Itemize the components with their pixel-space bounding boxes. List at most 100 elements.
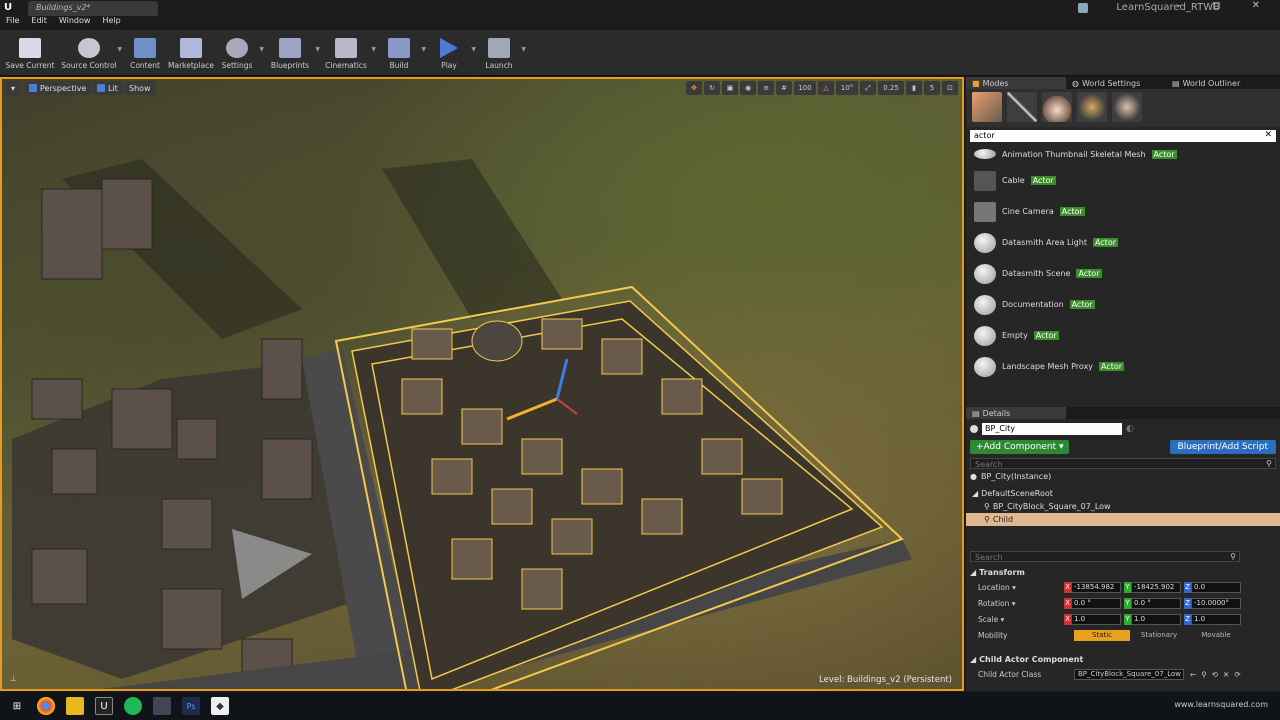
- viewport-options-icon[interactable]: ▾: [6, 81, 20, 95]
- photoshop-icon[interactable]: Ps: [182, 697, 200, 715]
- blueprints-button[interactable]: Blueprints ▼: [262, 30, 320, 76]
- lit-button[interactable]: Lit: [92, 81, 123, 95]
- lock-icon[interactable]: ◐: [1126, 424, 1134, 434]
- list-item[interactable]: Landscape Mesh Proxy Actor: [966, 351, 1280, 382]
- mobility-static-button[interactable]: Static: [1074, 629, 1130, 641]
- document-tab[interactable]: Buildings_v2*: [28, 1, 158, 16]
- unreal-taskbar-icon[interactable]: U: [95, 697, 113, 715]
- x-axis-icon: X: [1064, 597, 1071, 609]
- rotation-label[interactable]: Rotation ▾: [966, 599, 1064, 608]
- level-viewport[interactable]: ▾ Perspective Lit Show ✥ ↻ ▣ ◉ ≡ # 100 △…: [0, 77, 964, 691]
- expand-arrow-icon[interactable]: ◢: [970, 568, 976, 577]
- translate-mode-icon[interactable]: ✥: [686, 81, 702, 95]
- place-mode-icon[interactable]: [972, 92, 1002, 122]
- search-icon: ⚲: [1266, 459, 1272, 468]
- window-controls[interactable]: – ◻ ✕: [1176, 0, 1274, 11]
- child-actor-class-dropdown[interactable]: BP_CityBlock_Square_07_Low ▾: [1074, 668, 1184, 680]
- asset-actions-icons[interactable]: ←⚲⟲✕⟳: [1190, 670, 1246, 679]
- tab-modes[interactable]: ■ Modes: [966, 77, 1066, 89]
- marketplace-button[interactable]: Marketplace: [168, 30, 214, 76]
- chevron-down-icon[interactable]: ▼: [521, 46, 526, 53]
- spotify-icon[interactable]: [124, 697, 142, 715]
- list-item[interactable]: Cable Actor: [966, 165, 1280, 196]
- tree-item-selected[interactable]: ⚲ Child: [966, 513, 1280, 526]
- perspective-button[interactable]: Perspective: [24, 81, 92, 95]
- play-button[interactable]: Play ▼: [424, 30, 476, 76]
- landscape-mode-icon[interactable]: [1042, 92, 1072, 122]
- source-control-button[interactable]: Source Control ▼: [58, 30, 122, 76]
- menu-help[interactable]: Help: [102, 16, 120, 30]
- scale-snap-icon[interactable]: ⤢: [860, 81, 876, 95]
- tab-world-settings[interactable]: ◍ World Settings: [1066, 77, 1166, 89]
- unreal-logo-icon[interactable]: U: [4, 2, 16, 14]
- camera-speed-value[interactable]: 5: [924, 81, 940, 95]
- add-component-button[interactable]: +Add Component ▾: [970, 440, 1070, 454]
- list-item[interactable]: Cine Camera Actor: [966, 196, 1280, 227]
- instance-row[interactable]: ● BP_City(Instance): [966, 470, 1280, 483]
- scale-x-field[interactable]: 1.0: [1071, 613, 1121, 625]
- content-button[interactable]: Content: [120, 30, 170, 76]
- scale-label[interactable]: Scale ▾: [966, 615, 1064, 624]
- component-search-input[interactable]: Search ⚲: [970, 458, 1276, 469]
- scale-snap-value[interactable]: 0.25: [878, 81, 904, 95]
- chrome-icon[interactable]: [37, 697, 55, 715]
- tree-item[interactable]: ⚲ BP_CityBlock_Square_07_Low: [966, 500, 1280, 513]
- location-y-field[interactable]: -18425.902: [1131, 581, 1181, 593]
- place-search-input[interactable]: actor ✕: [970, 130, 1276, 142]
- expand-arrow-icon[interactable]: ◢: [972, 489, 978, 498]
- location-x-field[interactable]: -13854.982: [1071, 581, 1121, 593]
- rotation-snap-icon[interactable]: △: [818, 81, 834, 95]
- scale-y-field[interactable]: 1.0: [1131, 613, 1181, 625]
- actor-name-input[interactable]: BP_City: [982, 423, 1122, 435]
- list-item[interactable]: Empty Actor: [966, 320, 1280, 351]
- tab-details[interactable]: ▤ Details: [966, 407, 1066, 419]
- rotation-snap-value[interactable]: 10°: [836, 81, 858, 95]
- blueprint-add-script-button[interactable]: Blueprint/Add Script: [1169, 440, 1276, 454]
- launch-button[interactable]: Launch ▼: [474, 30, 526, 76]
- world-space-icon[interactable]: ◉: [740, 81, 756, 95]
- save-current-button[interactable]: Save Current: [2, 30, 58, 76]
- grid-size-value[interactable]: 100: [794, 81, 816, 95]
- menu-file[interactable]: File: [6, 16, 19, 30]
- rotation-x-field[interactable]: 0.0 °: [1071, 597, 1121, 609]
- surface-snap-icon[interactable]: ≡: [758, 81, 774, 95]
- windows-start-icon[interactable]: ⊞: [8, 697, 26, 715]
- rotation-y-field[interactable]: 0.0 °: [1131, 597, 1181, 609]
- scale-mode-icon[interactable]: ▣: [722, 81, 738, 95]
- show-button[interactable]: Show: [124, 81, 156, 95]
- mobility-movable-button[interactable]: Movable: [1188, 630, 1244, 641]
- camera-speed-icon[interactable]: ▮: [906, 81, 922, 95]
- notification-icon[interactable]: [1078, 3, 1088, 13]
- file-explorer-icon[interactable]: [66, 697, 84, 715]
- list-item[interactable]: Datasmith Area Light Actor: [966, 227, 1280, 258]
- details-search-input[interactable]: Search ⚲: [970, 551, 1240, 562]
- clear-search-icon[interactable]: ✕: [1264, 130, 1272, 140]
- rotation-z-field[interactable]: -10.0000°: [1191, 597, 1241, 609]
- foliage-mode-icon[interactable]: [1077, 92, 1107, 122]
- build-button[interactable]: Build ▼: [374, 30, 426, 76]
- app-icon[interactable]: ◆: [211, 697, 229, 715]
- location-z-field[interactable]: 0.0: [1191, 581, 1241, 593]
- child-actor-header[interactable]: ◢ Child Actor Component: [966, 653, 1280, 666]
- list-item[interactable]: Documentation Actor: [966, 289, 1280, 320]
- menu-window[interactable]: Window: [59, 16, 91, 30]
- sphere-icon: [974, 325, 996, 346]
- scale-z-field[interactable]: 1.0: [1191, 613, 1241, 625]
- expand-arrow-icon[interactable]: ◢: [970, 655, 976, 664]
- location-label[interactable]: Location ▾: [966, 583, 1064, 592]
- rotate-mode-icon[interactable]: ↻: [704, 81, 720, 95]
- geometry-mode-icon[interactable]: [1112, 92, 1142, 122]
- settings-button[interactable]: Settings ▼: [212, 30, 264, 76]
- maximize-viewport-icon[interactable]: ⊡: [942, 81, 958, 95]
- transform-header[interactable]: ◢ Transform: [966, 566, 1280, 579]
- mobility-stationary-button[interactable]: Stationary: [1130, 630, 1188, 641]
- cinematics-button[interactable]: Cinematics ▼: [318, 30, 376, 76]
- tab-world-outliner[interactable]: ▤ World Outliner: [1166, 77, 1246, 89]
- list-item[interactable]: Animation Thumbnail Skeletal Mesh Actor: [966, 143, 1280, 165]
- list-item[interactable]: Datasmith Scene Actor: [966, 258, 1280, 289]
- menu-edit[interactable]: Edit: [31, 16, 47, 30]
- grid-snap-icon[interactable]: #: [776, 81, 792, 95]
- paint-mode-icon[interactable]: [1007, 92, 1037, 122]
- tree-root[interactable]: ◢ DefaultSceneRoot: [966, 487, 1280, 500]
- video-app-icon[interactable]: [153, 697, 171, 715]
